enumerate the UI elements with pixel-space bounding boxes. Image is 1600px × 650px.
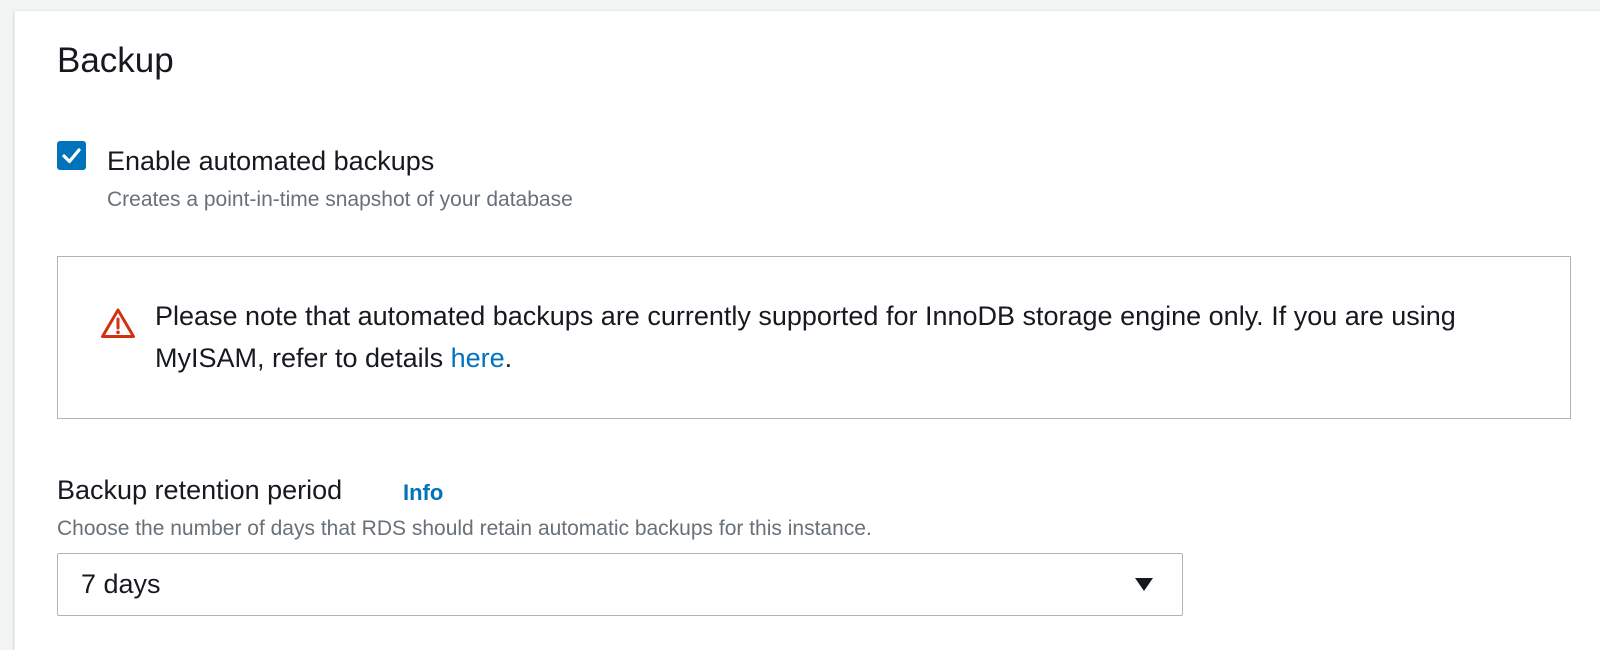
enable-automated-backups-checkbox[interactable] <box>57 141 86 170</box>
backup-retention-period-select[interactable]: 7 days <box>57 553 1183 616</box>
caret-down-icon <box>1135 578 1153 591</box>
section-title: Backup <box>57 41 174 80</box>
alert-message: Please note that automated backups are c… <box>155 295 1515 379</box>
alert-message-text: Please note that automated backups are c… <box>155 301 1456 373</box>
warning-triangle-icon <box>101 308 135 338</box>
backup-retention-period-description: Choose the number of days that RDS shoul… <box>57 517 872 540</box>
selected-retention-value: 7 days <box>81 569 161 599</box>
alert-message-end: . <box>504 343 513 373</box>
backup-panel: Backup Enable automated backups Creates … <box>14 10 1600 650</box>
enable-automated-backups-label[interactable]: Enable automated backups <box>107 145 434 177</box>
details-here-link[interactable]: here <box>451 343 505 373</box>
retention-info-link[interactable]: Info <box>403 479 443 507</box>
enable-automated-backups-description: Creates a point-in-time snapshot of your… <box>107 188 573 211</box>
backup-retention-period-label: Backup retention period <box>57 475 343 505</box>
checkmark-icon <box>62 148 81 164</box>
innodb-warning-alert: Please note that automated backups are c… <box>57 256 1571 419</box>
